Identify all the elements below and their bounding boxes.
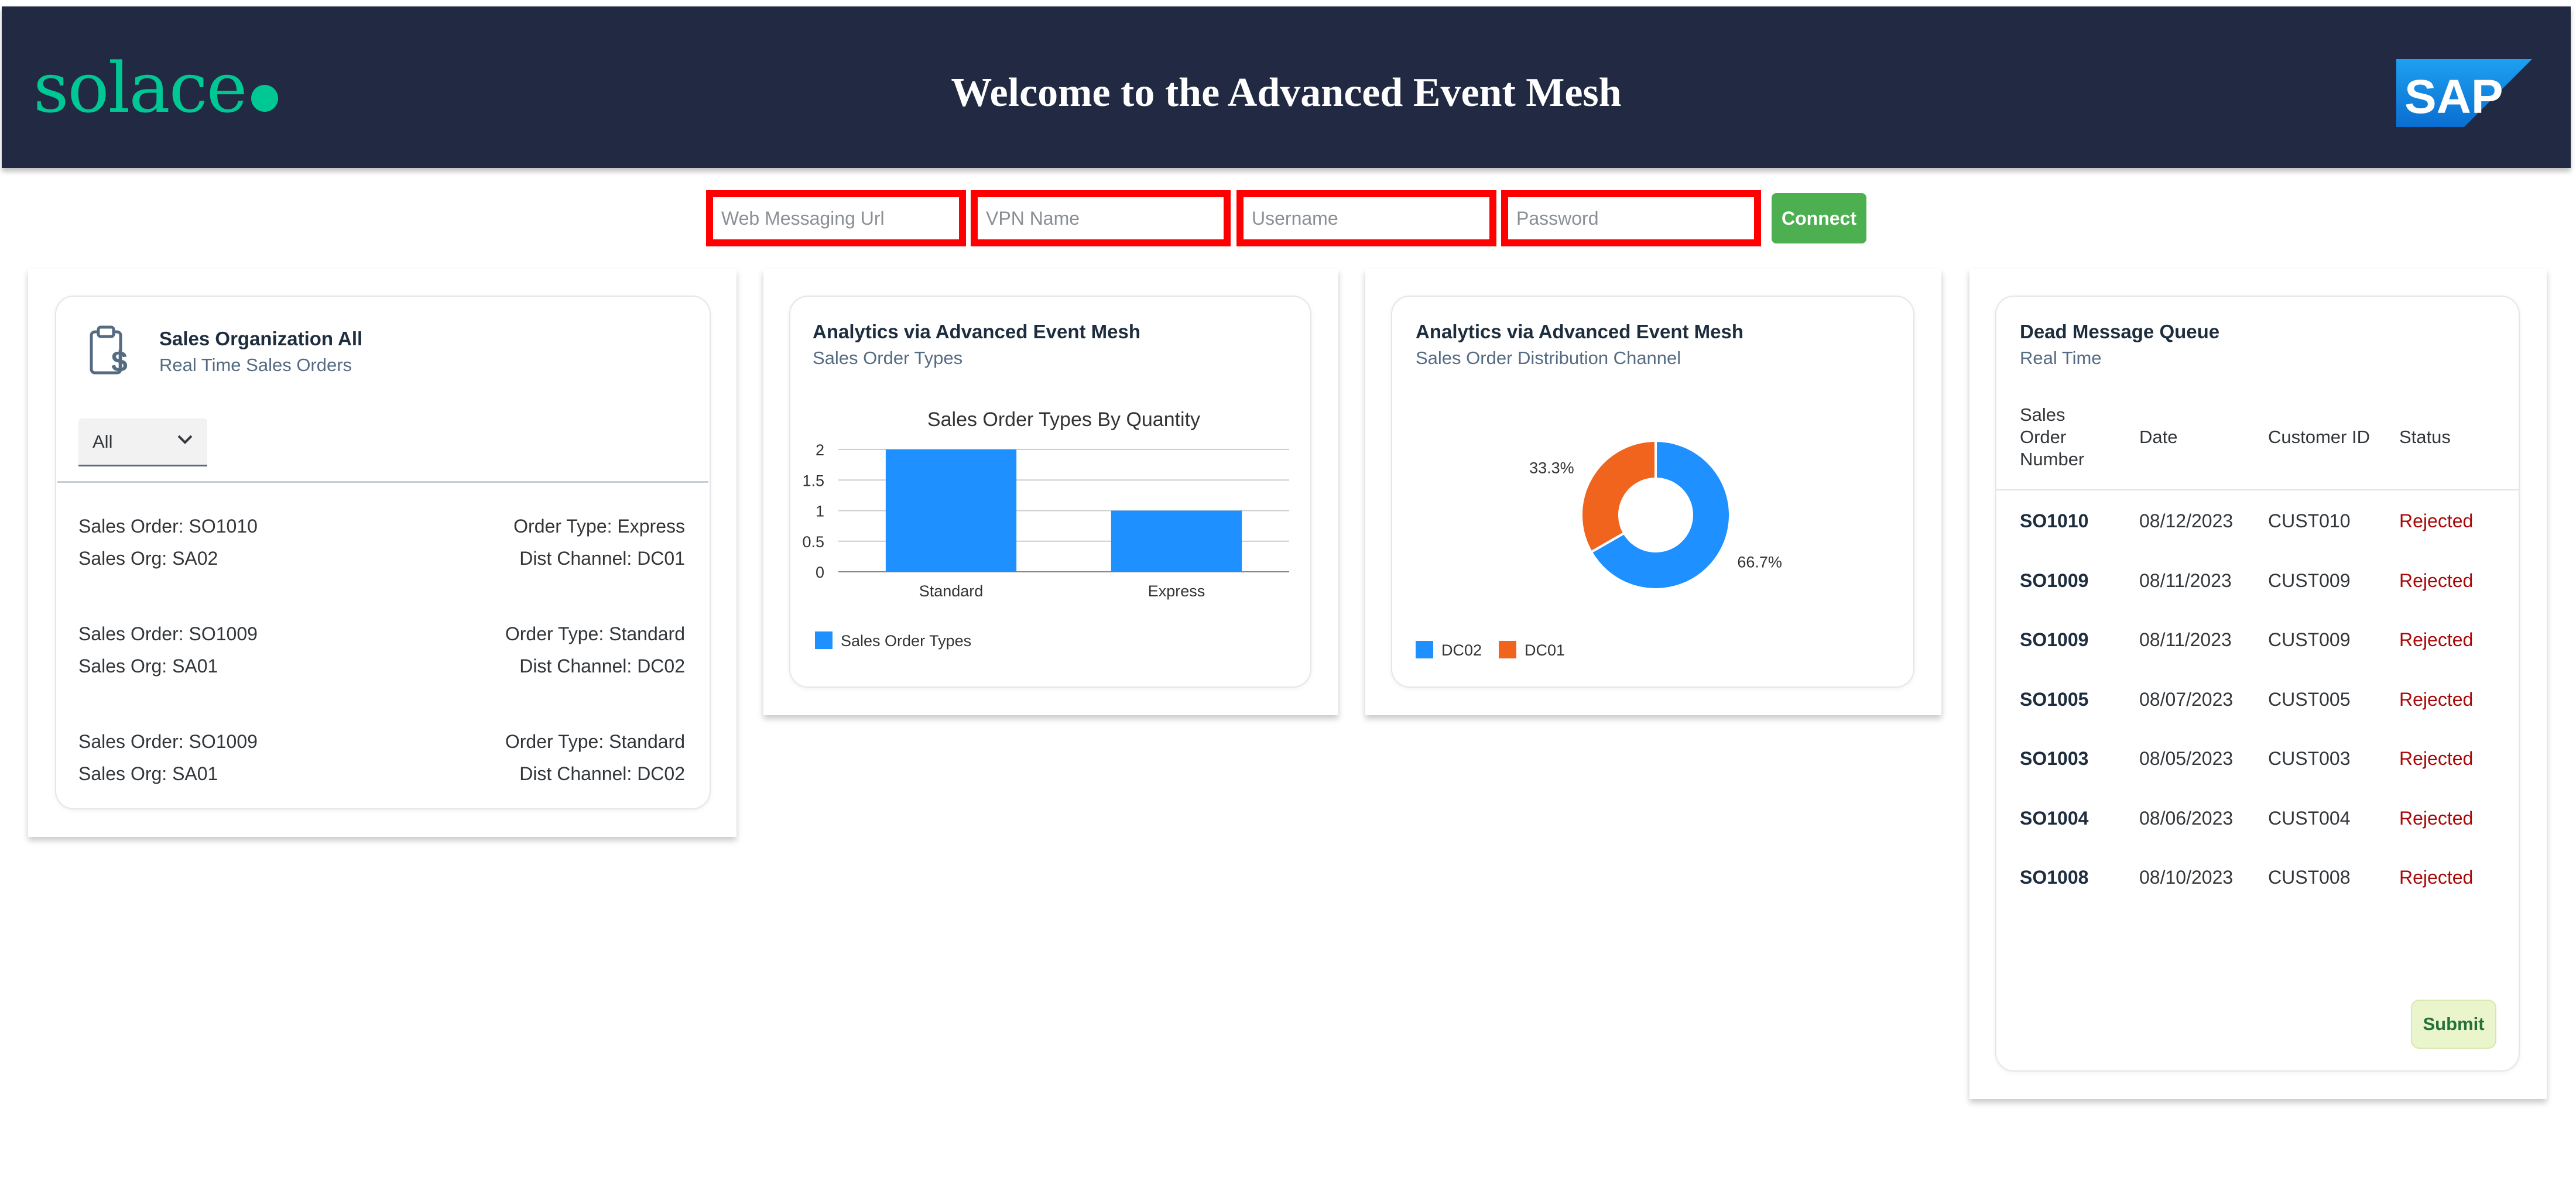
cell-date: 08/06/2023 — [2139, 807, 2234, 829]
cell-customer-id: CUST008 — [2268, 867, 2351, 888]
vpn-name-input[interactable] — [971, 190, 1231, 246]
cell-status: Rejected — [2399, 807, 2474, 829]
web-messaging-url-input[interactable] — [706, 190, 966, 246]
cell-date: 08/12/2023 — [2139, 510, 2234, 531]
sales-org-title: Sales Organization All — [159, 328, 363, 349]
dist-channel: Dist Channel: DC02 — [519, 763, 685, 784]
chart-title: Sales Order Types By Quantity — [927, 409, 1200, 431]
cell-sales-order-number: SO1009 — [2020, 569, 2089, 591]
cell-status: Rejected — [2399, 748, 2474, 769]
legend-swatch — [815, 631, 833, 649]
cell-sales-order-number: SO1010 — [2020, 510, 2089, 531]
sales-order-id: Sales Order: SO1009 — [78, 731, 258, 752]
sales-card-divider — [57, 481, 708, 483]
channel-card-subtitle: Sales Order Distribution Channel — [1416, 348, 1681, 368]
order-type: Order Type: Express — [513, 516, 685, 537]
connect-button[interactable]: Connect — [1772, 193, 1866, 243]
types-card-subtitle: Sales Order Types — [813, 348, 963, 368]
cell-sales-order-number: SO1003 — [2020, 748, 2089, 769]
column-header-customer-id: Customer ID — [2268, 427, 2370, 447]
sales-org-value: Sales Org: SA02 — [78, 548, 218, 569]
cell-date: 08/05/2023 — [2139, 748, 2234, 769]
cell-date: 08/11/2023 — [2139, 569, 2232, 591]
x-tick-label: Standard — [919, 582, 984, 600]
y-tick-label: 1 — [816, 503, 824, 520]
cell-status: Rejected — [2399, 688, 2474, 710]
cell-date: 08/11/2023 — [2139, 629, 2232, 650]
cell-customer-id: CUST005 — [2268, 688, 2351, 710]
cell-customer-id: CUST009 — [2268, 629, 2351, 650]
legend-label: DC02 — [1441, 641, 1482, 659]
y-tick-label: 0.5 — [802, 533, 824, 551]
submit-button[interactable]: Submit — [2411, 1000, 2496, 1049]
app-header: solace Welcome to the Advanced Event Mes… — [2, 6, 2571, 168]
sales-org-subtitle: Real Time Sales Orders — [159, 355, 352, 375]
clipboard-dollar-icon: $ — [90, 325, 128, 375]
y-tick-label: 0 — [816, 564, 824, 581]
legend-label: DC01 — [1525, 641, 1565, 659]
cell-status: Rejected — [2399, 510, 2474, 531]
cell-date: 08/10/2023 — [2139, 867, 2234, 888]
sales-org-filter-select[interactable]: All — [78, 418, 207, 466]
cell-status: Rejected — [2399, 867, 2474, 888]
cell-sales-order-number: SO1008 — [2020, 867, 2089, 888]
types-card-title: Analytics via Advanced Event Mesh — [813, 321, 1140, 342]
sap-logo: SAP — [2396, 59, 2532, 127]
slice-label: 33.3% — [1529, 459, 1574, 476]
y-tick-label: 2 — [816, 441, 824, 459]
cell-sales-order-number: SO1005 — [2020, 688, 2089, 710]
order-type: Order Type: Standard — [505, 623, 685, 644]
sales-order-types-bar-chart: Sales Order Types By Quantity 0 0.5 1 1.5 2 St… — [802, 409, 1289, 650]
dmq-header-divider — [1996, 489, 2519, 490]
column-header-date: Date — [2139, 427, 2178, 447]
cell-date: 08/07/2023 — [2139, 688, 2234, 710]
cell-sales-order-number: SO1004 — [2020, 807, 2089, 829]
column-header-status: Status — [2399, 427, 2451, 447]
legend-label: Sales Order Types — [841, 632, 971, 650]
dmq-subtitle: Real Time — [2020, 348, 2102, 368]
dmq-title: Dead Message Queue — [2020, 321, 2220, 342]
bar — [885, 449, 1017, 572]
sales-org-value: Sales Org: SA01 — [78, 763, 218, 784]
order-type: Order Type: Standard — [505, 731, 685, 752]
column-header-sales-order-number: Sales Order Number — [2020, 404, 2085, 469]
cell-customer-id: CUST010 — [2268, 510, 2351, 531]
sales-order-id: Sales Order: SO1009 — [78, 623, 258, 644]
cell-status: Rejected — [2399, 569, 2474, 591]
bar — [1111, 510, 1242, 572]
password-input[interactable] — [1501, 190, 1761, 246]
filter-value: All — [93, 431, 113, 452]
y-tick-label: 1.5 — [802, 472, 824, 489]
chevron-down-icon — [177, 435, 193, 444]
dist-channel: Dist Channel: DC01 — [519, 548, 685, 569]
distribution-channel-donut-chart: 66.7% 33.3% DC02 DC01 — [1416, 439, 1782, 659]
cell-sales-order-number: SO1009 — [2020, 629, 2089, 650]
username-input[interactable] — [1236, 190, 1496, 246]
cell-customer-id: CUST003 — [2268, 748, 2351, 769]
legend-swatch — [1416, 641, 1433, 658]
sales-order-id: Sales Order: SO1010 — [78, 516, 258, 537]
sales-org-value: Sales Org: SA01 — [78, 655, 218, 677]
x-tick-label: Express — [1148, 582, 1205, 600]
channel-card-title: Analytics via Advanced Event Mesh — [1416, 321, 1743, 342]
svg-text:SAP: SAP — [2404, 70, 2503, 123]
cell-status: Rejected — [2399, 629, 2474, 650]
page-title: Welcome to the Advanced Event Mesh — [951, 70, 1622, 115]
donut-slice — [1580, 439, 1657, 554]
dist-channel: Dist Channel: DC02 — [519, 655, 685, 677]
slice-label: 66.7% — [1737, 554, 1782, 571]
svg-text:$: $ — [111, 345, 128, 375]
legend-swatch — [1499, 641, 1516, 658]
cell-customer-id: CUST004 — [2268, 807, 2351, 829]
cell-customer-id: CUST009 — [2268, 569, 2351, 591]
